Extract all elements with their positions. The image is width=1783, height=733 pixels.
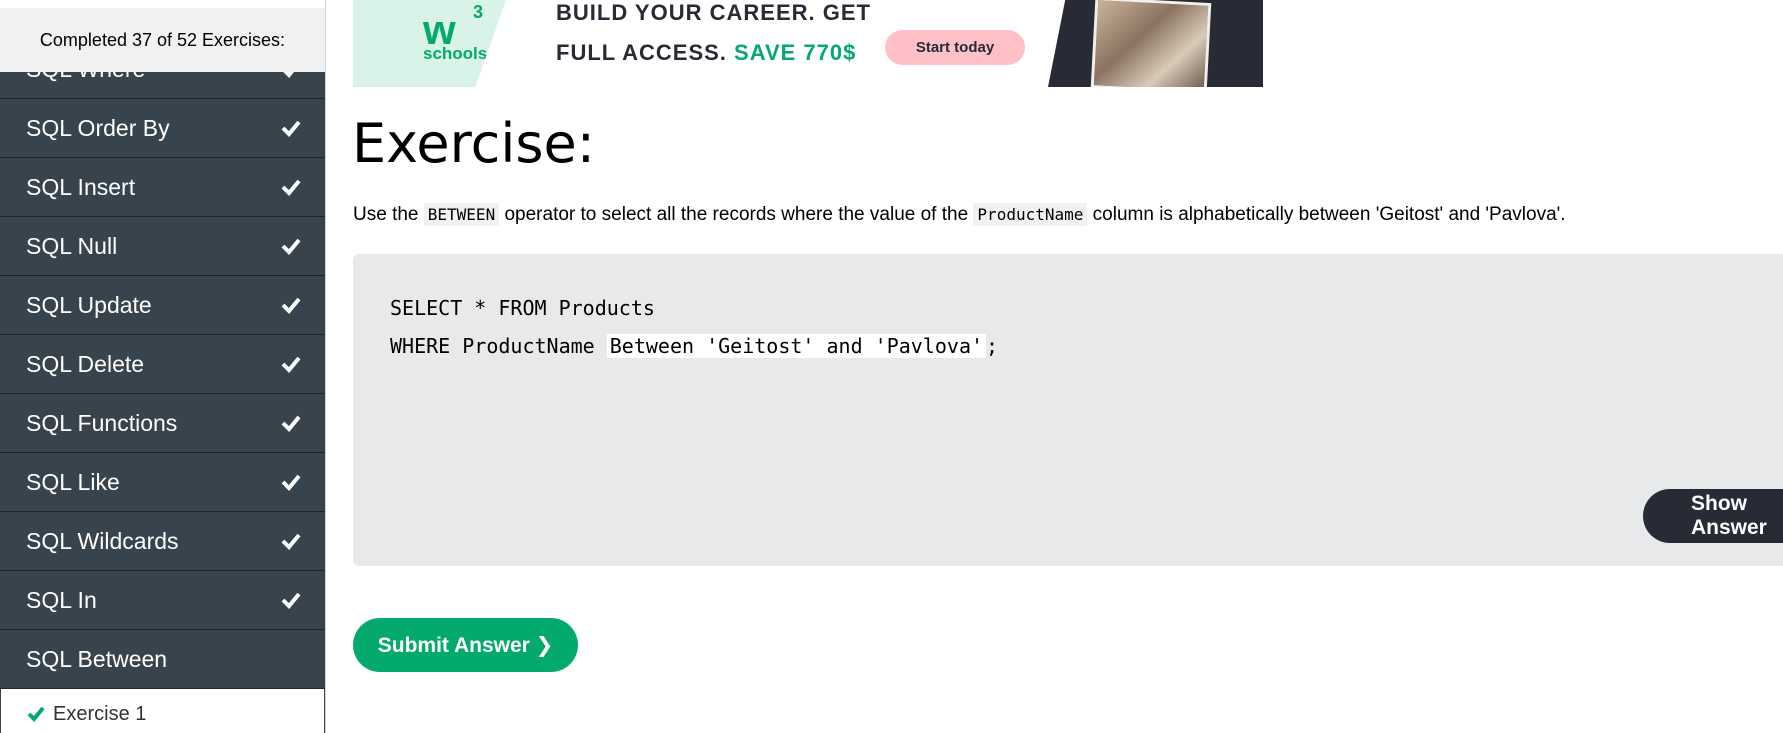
- banner-headline-prefix: FULL ACCESS.: [556, 40, 727, 65]
- instr-text-3: column is alphabetically between 'Geitos…: [1092, 204, 1566, 225]
- code-panel: SELECT * FROM Products WHERE ProductName…: [353, 254, 1783, 566]
- nav-list: SQL Where SQL Order By SQL Insert SQL Nu…: [0, 40, 325, 733]
- sidebar-item-sql-like[interactable]: SQL Like: [0, 453, 325, 512]
- sidebar-item-sql-delete[interactable]: SQL Delete: [0, 335, 325, 394]
- code-line-2: WHERE ProductName Between 'Geitost' and …: [390, 334, 998, 358]
- answer-input[interactable]: Between 'Geitost' and 'Pavlova': [606, 334, 987, 358]
- progress-topbar: [0, 0, 325, 8]
- checkmark-icon: [281, 533, 301, 550]
- logo-schools: schools: [423, 44, 488, 63]
- sidebar-subitem-label: Exercise 1: [53, 702, 147, 725]
- checkmark-icon: [281, 415, 301, 432]
- progress-text: Completed 37 of 52 Exercises:: [0, 8, 325, 72]
- sidebar-item-sql-in[interactable]: SQL In: [0, 571, 325, 630]
- sidebar-item-sql-update[interactable]: SQL Update: [0, 276, 325, 335]
- banner-photo: [1090, 0, 1212, 87]
- banner-headline-1: BUILD YOUR CAREER. GET: [556, 0, 871, 25]
- checkmark-icon: [281, 120, 301, 137]
- w3schools-logo: w 3 schools: [353, 0, 506, 87]
- checkmark-icon: [281, 238, 301, 255]
- sidebar-item-label: SQL Delete: [26, 350, 145, 377]
- checkmark-icon: [281, 297, 301, 314]
- sidebar-item-label: SQL Insert: [26, 173, 136, 200]
- sidebar-item-sql-between[interactable]: SQL Between: [0, 630, 325, 689]
- sidebar-item-label: SQL Between: [26, 645, 168, 672]
- checkmark-icon: [281, 179, 301, 196]
- sidebar-item-label: SQL Order By: [26, 114, 170, 141]
- exercise-instructions: Use the BETWEEN operator to select all t…: [353, 203, 1566, 226]
- ad-banner[interactable]: w 3 schools BUILD YOUR CAREER. GET FULL …: [353, 0, 1263, 87]
- banner-headline-2: FULL ACCESS. SAVE 770$: [556, 40, 856, 66]
- sidebar-item-label: SQL Null: [26, 232, 118, 259]
- sidebar: Completed 37 of 52 Exercises: SQL Where …: [0, 0, 326, 733]
- instr-code-productname: ProductName: [973, 203, 1088, 226]
- sidebar-item-label: SQL Functions: [26, 409, 178, 436]
- page-title: Exercise:: [352, 112, 595, 175]
- instr-text-2: operator to select all the records where…: [504, 204, 969, 225]
- code-line-1: SELECT * FROM Products: [390, 296, 655, 320]
- sidebar-item-sql-functions[interactable]: SQL Functions: [0, 394, 325, 453]
- submit-answer-button[interactable]: Submit Answer ❯: [353, 618, 578, 672]
- logo-3: 3: [473, 2, 484, 22]
- instr-text-1: Use the: [353, 204, 419, 225]
- sidebar-item-label: SQL Update: [26, 291, 152, 318]
- sidebar-item-sql-wildcards[interactable]: SQL Wildcards: [0, 512, 325, 571]
- sidebar-item-label: SQL In: [26, 586, 97, 613]
- checkmark-icon: [281, 592, 301, 609]
- code-line-2-suffix: ;: [986, 334, 999, 358]
- sidebar-item-sql-null[interactable]: SQL Null: [0, 217, 325, 276]
- sidebar-item-label: SQL Wildcards: [26, 527, 179, 554]
- start-today-button[interactable]: Start today: [885, 30, 1025, 65]
- sidebar-item-label: SQL Like: [26, 468, 120, 495]
- sidebar-item-sql-order-by[interactable]: SQL Order By: [0, 99, 325, 158]
- checkmark-icon: [281, 474, 301, 491]
- code-line-2-prefix: WHERE ProductName: [390, 334, 607, 358]
- checkmark-icon: [281, 356, 301, 373]
- sidebar-item-sql-insert[interactable]: SQL Insert: [0, 158, 325, 217]
- sidebar-subitem-exercise-1[interactable]: Exercise 1: [0, 689, 325, 733]
- banner-save-text: SAVE 770$: [734, 40, 857, 65]
- show-answer-button[interactable]: Show Answer: [1643, 489, 1783, 543]
- checkmark-icon: [27, 706, 45, 722]
- instr-code-between: BETWEEN: [423, 203, 500, 226]
